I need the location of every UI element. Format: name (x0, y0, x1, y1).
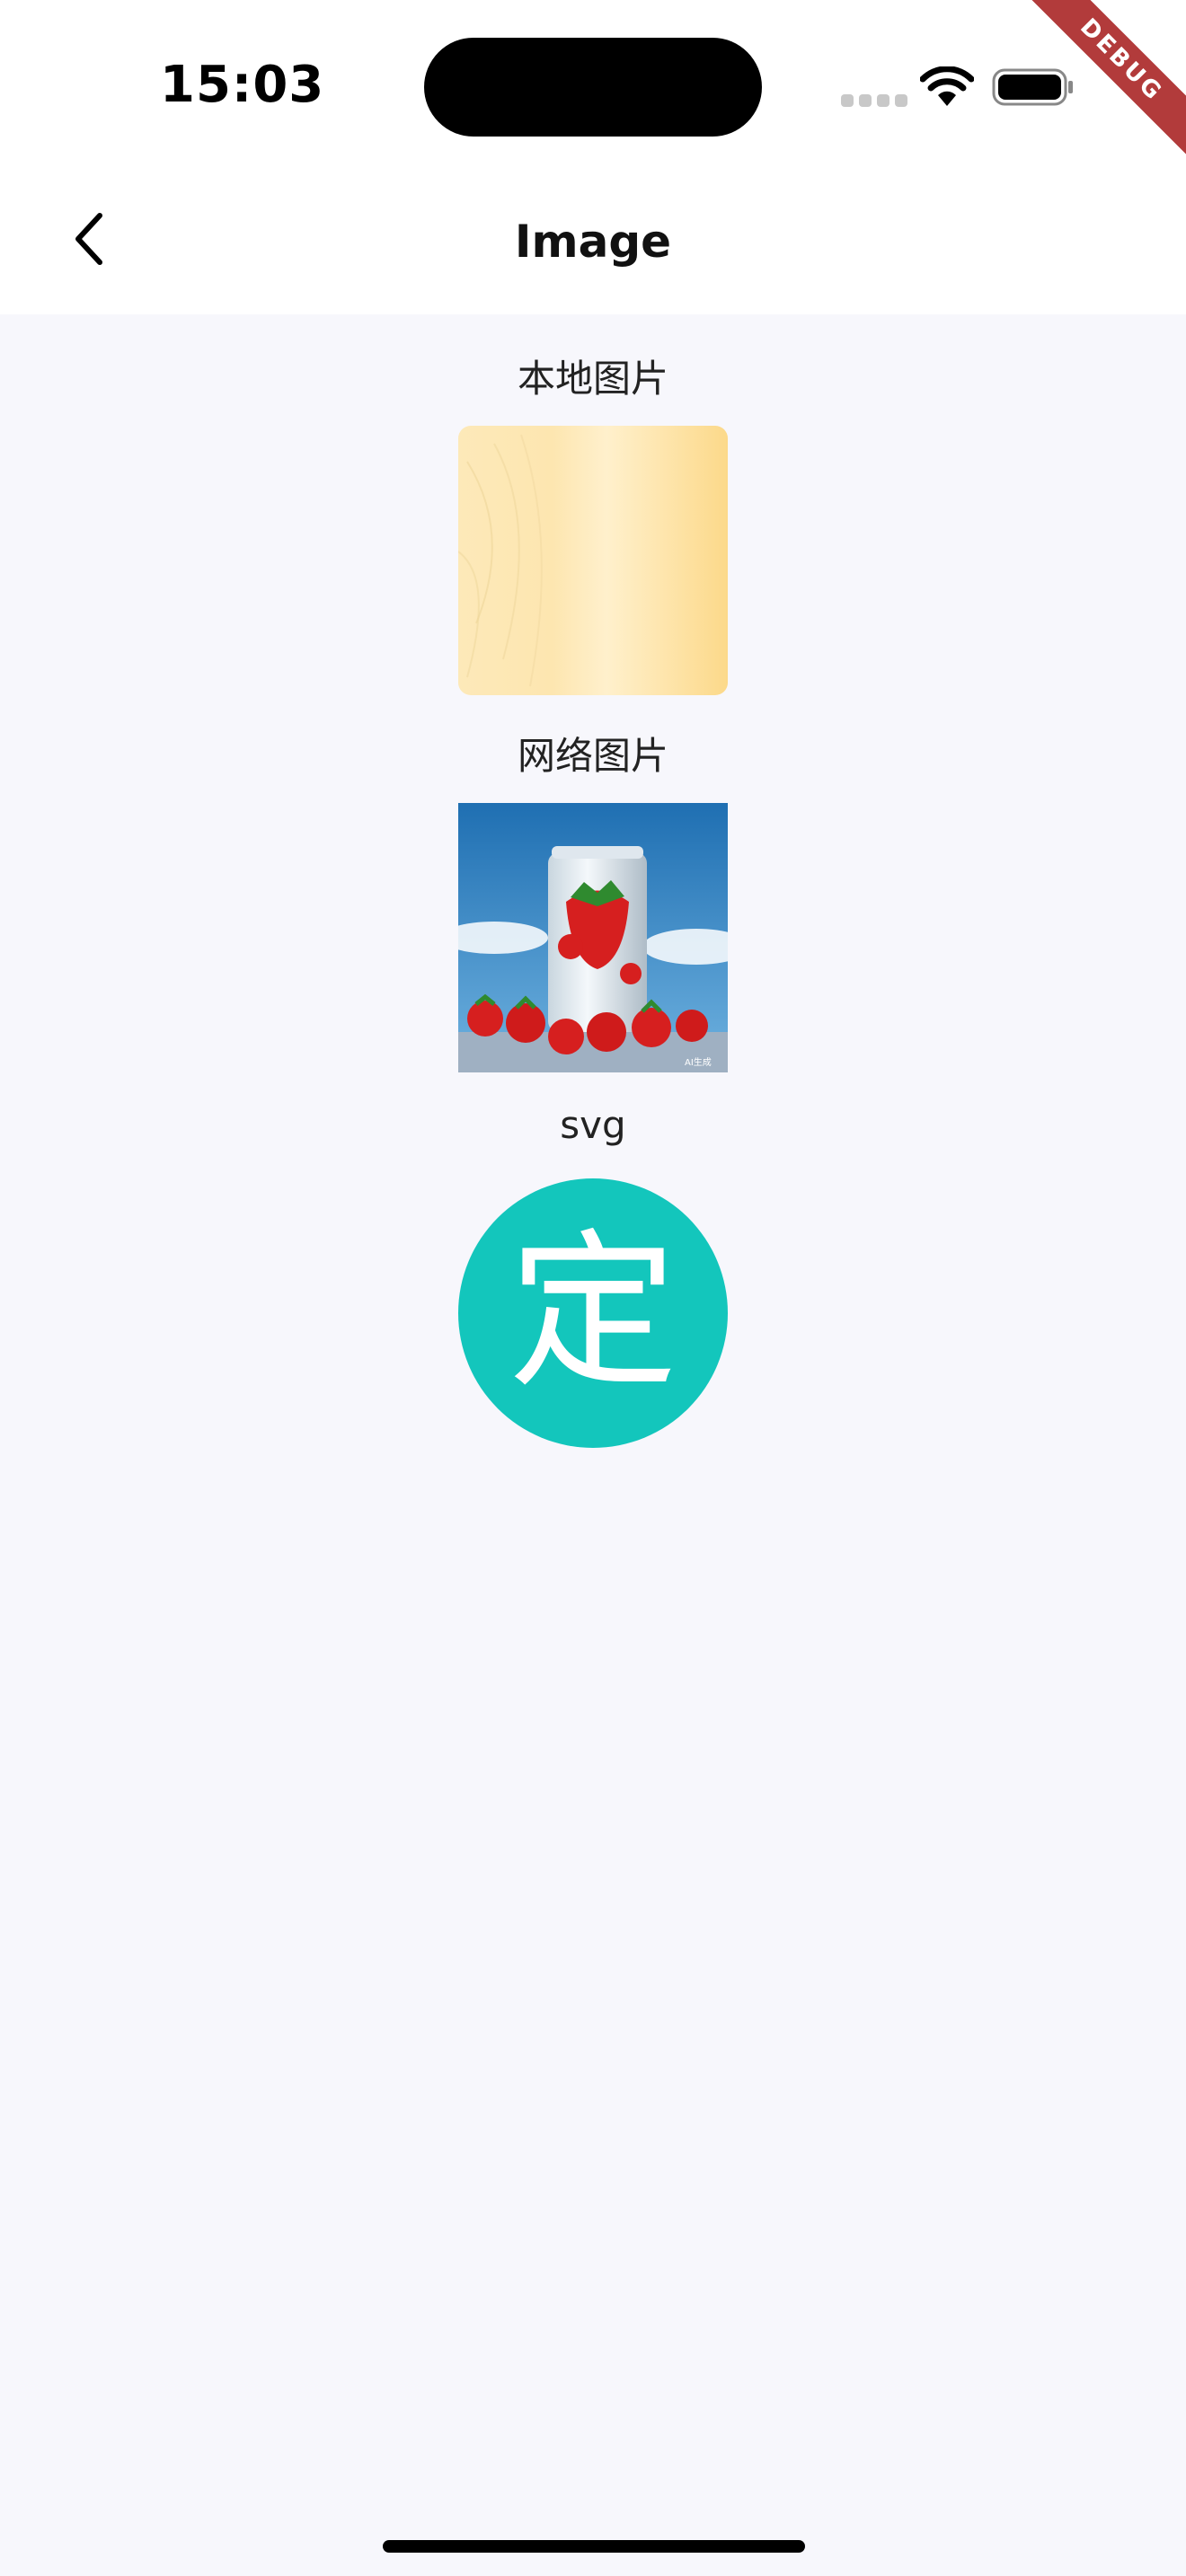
home-indicator[interactable] (383, 2540, 805, 2553)
app-bar: Image (0, 162, 1186, 314)
chevron-left-icon (75, 213, 102, 265)
network-image-watermark: AI生成 (685, 1056, 712, 1068)
svg-label: svg (560, 1103, 626, 1147)
network-image-label: 网络图片 (517, 734, 668, 778)
dynamic-island (424, 38, 762, 137)
back-button[interactable] (45, 194, 135, 284)
svg-badge-icon: 定 (458, 1178, 728, 1448)
local-image-label: 本地图片 (517, 357, 668, 401)
status-time: 15:03 (160, 56, 325, 114)
network-image: AI生成 (458, 803, 728, 1072)
battery-icon (992, 68, 1073, 106)
local-image (458, 426, 728, 695)
status-bar: 15:03 (0, 0, 1186, 162)
cellular-signal-icon (841, 93, 913, 110)
wifi-icon (920, 66, 974, 106)
page-title: Image (514, 216, 672, 268)
